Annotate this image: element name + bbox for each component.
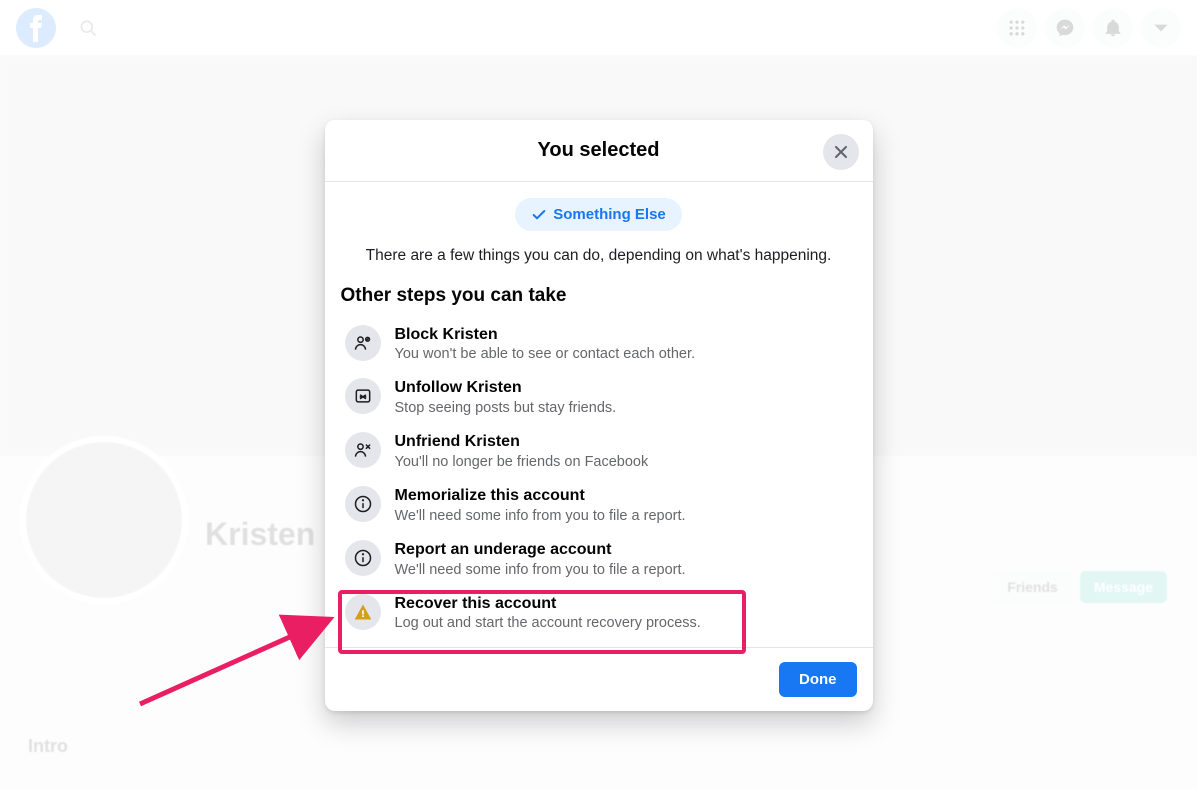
unfriend-icon	[345, 432, 381, 468]
person-block-icon	[345, 325, 381, 361]
warning-icon	[345, 594, 381, 630]
option-title: Unfriend Kristen	[395, 432, 649, 453]
chip-label: Something Else	[553, 206, 666, 223]
info-icon	[345, 486, 381, 522]
option-desc: Stop seeing posts but stay friends.	[395, 400, 617, 416]
unfollow-icon	[345, 378, 381, 414]
option-title: Block Kristen	[395, 325, 696, 346]
option-desc: Log out and start the account recovery p…	[395, 615, 701, 631]
check-icon	[531, 207, 547, 223]
option-desc: You won't be able to see or contact each…	[395, 346, 696, 362]
selected-reason-chip[interactable]: Something Else	[515, 198, 682, 231]
option-desc: You'll no longer be friends on Facebook	[395, 454, 649, 470]
option-title: Unfollow Kristen	[395, 378, 617, 399]
close-icon	[831, 142, 851, 162]
option-unfollow[interactable]: Unfollow Kristen Stop seeing posts but s…	[341, 370, 857, 424]
option-title: Memorialize this account	[395, 486, 686, 507]
option-title: Recover this account	[395, 594, 701, 615]
done-button[interactable]: Done	[779, 662, 857, 697]
option-recover[interactable]: Recover this account Log out and start t…	[341, 586, 857, 640]
you-selected-dialog: You selected Something Else There are a …	[325, 120, 873, 711]
option-unfriend[interactable]: Unfriend Kristen You'll no longer be fri…	[341, 424, 857, 478]
dialog-subtitle: There are a few things you can do, depen…	[341, 245, 857, 267]
option-title: Report an underage account	[395, 540, 686, 561]
option-block[interactable]: Block Kristen You won't be able to see o…	[341, 317, 857, 371]
option-memorialize[interactable]: Memorialize this account We'll need some…	[341, 478, 857, 532]
option-desc: We'll need some info from you to file a …	[395, 562, 686, 578]
option-underage[interactable]: Report an underage account We'll need so…	[341, 532, 857, 586]
section-title: Other steps you can take	[341, 285, 857, 307]
option-desc: We'll need some info from you to file a …	[395, 508, 686, 524]
close-button[interactable]	[823, 134, 859, 170]
dialog-title: You selected	[538, 139, 660, 162]
info-icon	[345, 540, 381, 576]
